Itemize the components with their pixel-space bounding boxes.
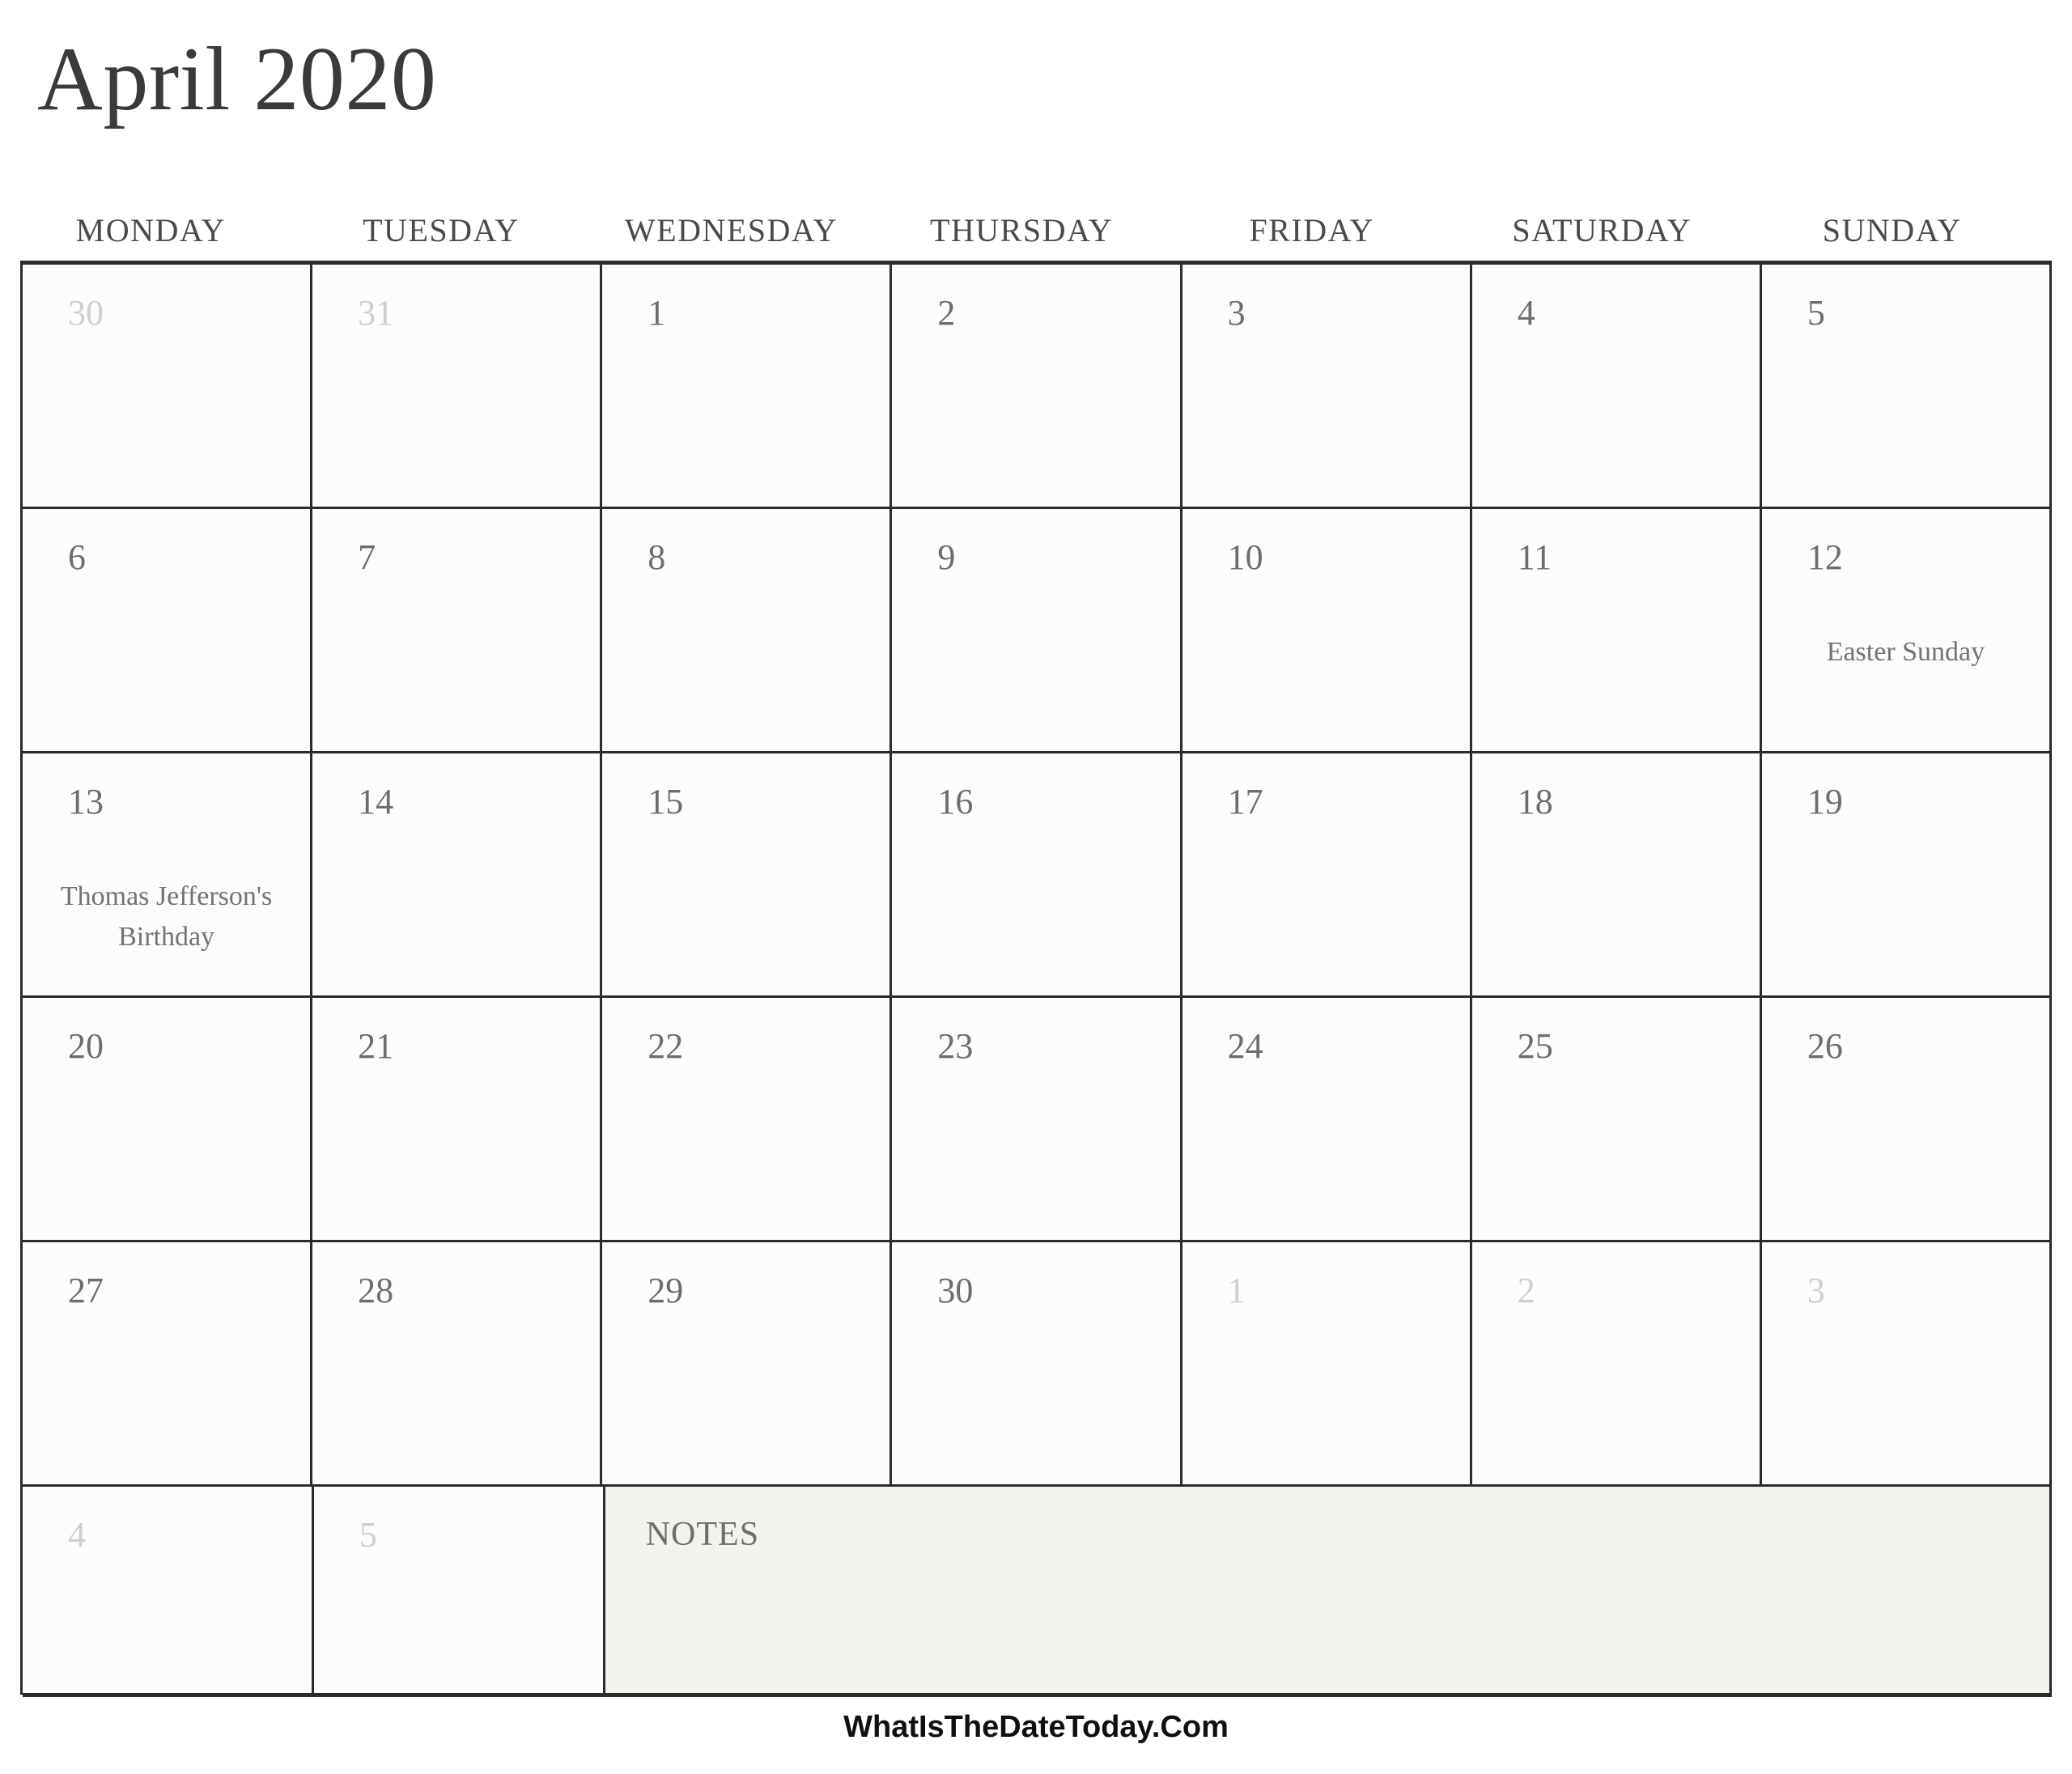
weekday-header-thursday: THURSDAY [929,212,1114,248]
week-row: 6 7 8 9 10 11 12 Easter Sunday [23,509,2052,753]
day-cell[interactable]: 30 [23,265,313,509]
weekday-header-sunday: SUNDAY [1822,212,1962,248]
day-number: 14 [358,782,394,821]
week-row-notes: 4 5 NOTES [23,1487,2052,1697]
day-number: 3 [1227,293,1246,333]
day-number: 5 [1807,293,1825,333]
day-number: 1 [648,293,666,333]
notes-label: NOTES [645,1516,760,1553]
day-number: 10 [1227,537,1263,577]
day-number: 8 [648,537,666,577]
day-cell[interactable]: 11 [1471,509,1762,753]
day-cell[interactable]: 23 [892,998,1182,1242]
week-row: 30 31 1 2 3 4 5 [23,265,2052,509]
day-cell[interactable]: 9 [892,509,1182,753]
day-cell[interactable]: 10 [1182,509,1472,753]
day-event-label: Easter Sunday [1826,637,1985,667]
weekday-header-friday: FRIDAY [1249,212,1374,248]
day-cell[interactable]: 13 Thomas Jefferson's Birthday [23,753,313,998]
day-cell[interactable]: 29 [602,1242,893,1487]
day-number: 5 [359,1515,377,1555]
weekday-header-wednesday: WEDNESDAY [624,212,839,248]
day-number: 30 [68,293,104,333]
weekday-header-monday: MONDAY [75,212,226,248]
day-number: 2 [937,293,956,333]
day-number: 2 [1517,1271,1535,1310]
footer-site-name: WhatIsTheDateToday.Com [843,1710,1229,1744]
day-cell[interactable]: 18 [1471,753,1762,998]
day-number: 13 [68,782,104,821]
day-number: 4 [1517,293,1535,333]
day-cell[interactable]: 30 [892,1242,1182,1487]
day-cell[interactable]: 2 [892,265,1182,509]
day-number: 23 [937,1026,974,1066]
day-number: 26 [1807,1026,1843,1066]
day-number: 17 [1227,782,1263,821]
day-cell[interactable]: 14 [312,753,603,998]
day-cell[interactable]: 4 [1471,265,1762,509]
day-number: 15 [648,782,684,821]
day-number: 29 [648,1271,684,1310]
notes-section[interactable]: NOTES [605,1487,2052,1697]
week-row: 13 Thomas Jefferson's Birthday 14 15 16 … [23,753,2052,998]
day-cell[interactable]: 8 [602,509,893,753]
day-cell[interactable]: 26 [1761,998,2052,1242]
day-number: 18 [1517,782,1553,821]
day-number: 20 [68,1026,104,1066]
day-cell[interactable]: 16 [892,753,1182,998]
day-cell[interactable]: 25 [1471,998,1762,1242]
day-cell[interactable]: 21 [312,998,603,1242]
day-cell[interactable]: 22 [602,998,893,1242]
day-number: 9 [937,537,956,577]
day-number: 28 [358,1271,394,1310]
day-number: 12 [1807,537,1843,577]
day-cell[interactable]: 3 [1761,1242,2052,1487]
page-title: April 2020 [37,29,437,129]
weekday-header-saturday: SATURDAY [1512,212,1692,248]
day-number: 25 [1517,1026,1553,1066]
day-cell[interactable]: 31 [312,265,603,509]
day-cell[interactable]: 5 [1761,265,2052,509]
weekday-header-row: MONDAY TUESDAY WEDNESDAY THURSDAY FRIDAY… [20,212,2052,259]
day-number: 6 [68,537,86,577]
day-cell[interactable]: 12 Easter Sunday [1761,509,2052,753]
day-number: 27 [68,1271,104,1310]
day-cell[interactable]: 2 [1471,1242,1762,1487]
day-number: 30 [937,1271,974,1310]
day-cell[interactable]: 24 [1182,998,1472,1242]
day-cell[interactable]: 1 [1182,1242,1472,1487]
week-row: 20 21 22 23 24 25 26 [23,998,2052,1242]
day-cell[interactable]: 15 [602,753,893,998]
day-number: 11 [1517,537,1552,577]
day-cell[interactable]: 20 [23,998,313,1242]
day-cell[interactable]: 1 [602,265,893,509]
weekday-header-tuesday: TUESDAY [363,212,520,248]
week-row: 27 28 29 30 1 2 3 [23,1242,2052,1487]
day-cell[interactable]: 17 [1182,753,1472,998]
day-number: 22 [648,1026,684,1066]
day-number: 21 [358,1026,394,1066]
calendar-grid: 30 31 1 2 3 4 5 6 7 8 9 10 11 12 Easter … [20,261,2052,1697]
day-cell[interactable]: 5 [313,1487,605,1697]
day-cell[interactable]: 4 [23,1487,314,1697]
day-cell[interactable]: 7 [312,509,603,753]
day-cell[interactable]: 6 [23,509,313,753]
day-number: 3 [1807,1271,1825,1310]
calendar-page: April 2020 MONDAY TUESDAY WEDNESDAY THUR… [0,0,2072,1774]
day-number: 4 [68,1515,86,1555]
day-number: 1 [1227,1271,1246,1310]
day-cell[interactable]: 28 [312,1242,603,1487]
day-event-label: Thomas Jefferson's Birthday [60,881,273,952]
day-cell[interactable]: 3 [1182,265,1472,509]
day-cell[interactable]: 19 [1761,753,2052,998]
day-number: 19 [1807,782,1843,821]
day-number: 31 [358,293,394,333]
day-cell[interactable]: 27 [23,1242,313,1487]
day-number: 16 [937,782,974,821]
day-number: 7 [358,537,376,577]
day-number: 24 [1227,1026,1263,1066]
